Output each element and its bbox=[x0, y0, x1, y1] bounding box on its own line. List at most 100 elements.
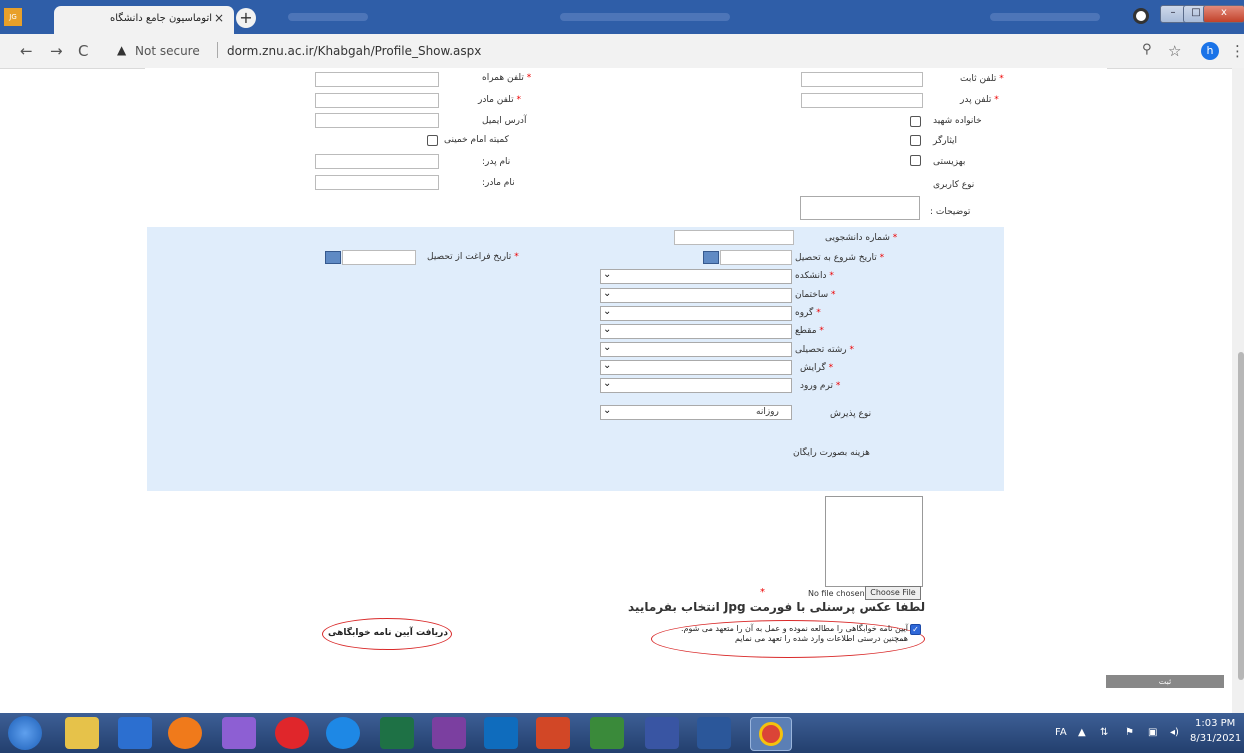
clock-date: 8/31/2021 bbox=[1190, 733, 1242, 744]
app-icon[interactable] bbox=[222, 717, 256, 749]
warning-icon: ▲ bbox=[117, 43, 127, 57]
description-textarea[interactable] bbox=[800, 196, 920, 220]
email-input[interactable] bbox=[315, 113, 439, 128]
welfare-label: بهزیستی bbox=[933, 157, 966, 167]
chevron-down-icon: ⌄ bbox=[603, 269, 612, 280]
profile-indicator-icon[interactable] bbox=[1133, 8, 1149, 24]
windows-taskbar: FA ▲ ⇅ ⚑ ▣ ◂) 1:03 PM 8/31/2021 bbox=[0, 713, 1244, 753]
close-tab-icon[interactable]: × bbox=[214, 11, 224, 25]
mobile-input[interactable] bbox=[315, 72, 439, 87]
window-icon: JG bbox=[4, 8, 22, 26]
visio-icon[interactable] bbox=[645, 717, 679, 749]
group-label: * گروه bbox=[795, 308, 821, 318]
blurred-tab bbox=[288, 13, 368, 21]
opera-icon[interactable] bbox=[275, 717, 309, 749]
major-select[interactable]: ⌄ bbox=[600, 342, 792, 357]
avatar[interactable]: h bbox=[1201, 42, 1219, 60]
back-icon[interactable]: ← bbox=[20, 42, 33, 60]
chevron-down-icon: ⌄ bbox=[603, 324, 612, 335]
address-toolbar: ← → C ▲ Not secure dorm.znu.ac.ir/Khabga… bbox=[0, 34, 1244, 69]
choose-file-button[interactable]: Choose File bbox=[865, 586, 921, 600]
tab-active[interactable]: اتوماسیون جامع دانشگاه × bbox=[54, 6, 234, 34]
group-select[interactable]: ⌄ bbox=[600, 306, 792, 321]
father-name-input[interactable] bbox=[315, 154, 439, 169]
scrollbar-thumb[interactable] bbox=[1238, 352, 1244, 680]
network-icon[interactable]: ⇅ bbox=[1100, 727, 1108, 738]
grad-date-input[interactable] bbox=[342, 250, 416, 265]
browser-tab-strip: JG اتوماسیون جامع دانشگاه × + – □ x bbox=[0, 0, 1244, 34]
url-divider bbox=[217, 42, 218, 58]
mother-phone-input[interactable] bbox=[315, 93, 439, 108]
app-icon[interactable] bbox=[118, 717, 152, 749]
mother-name-input[interactable] bbox=[315, 175, 439, 190]
address-bar[interactable]: ▲ Not secure dorm.znu.ac.ir/Khabgah/Prof… bbox=[105, 40, 1135, 62]
tab-title: اتوماسیون جامع دانشگاه bbox=[109, 13, 212, 24]
ie-icon[interactable] bbox=[326, 717, 360, 749]
martyr-family-checkbox[interactable] bbox=[910, 116, 921, 127]
firefox-icon[interactable] bbox=[168, 717, 202, 749]
khomeini-label: کمیته امام خمینی bbox=[444, 135, 509, 145]
reload-icon[interactable]: C bbox=[78, 42, 88, 60]
flag-icon[interactable]: ⚑ bbox=[1125, 727, 1134, 738]
chrome-taskbar-button[interactable] bbox=[750, 717, 792, 751]
veteran-checkbox[interactable] bbox=[910, 135, 921, 146]
project-icon[interactable] bbox=[590, 717, 624, 749]
admission-type-select[interactable]: ⌄ روزانه bbox=[600, 405, 792, 420]
word-icon[interactable] bbox=[697, 717, 731, 749]
building-select[interactable]: ⌄ bbox=[600, 288, 792, 303]
start-date-label: * تاریخ شروع به تحصیل bbox=[795, 253, 885, 263]
language-indicator[interactable]: FA bbox=[1055, 727, 1067, 738]
chevron-down-icon: ⌄ bbox=[603, 378, 612, 389]
orientation-select[interactable]: ⌄ bbox=[600, 360, 792, 375]
excel-icon[interactable] bbox=[380, 717, 414, 749]
description-label: توضیحات : bbox=[930, 207, 971, 217]
start-button[interactable] bbox=[8, 716, 42, 750]
volume-icon[interactable]: ◂) bbox=[1170, 727, 1179, 738]
level-select[interactable]: ⌄ bbox=[600, 324, 792, 339]
chevron-down-icon: ⌄ bbox=[603, 405, 612, 416]
user-type-label: نوع کاربری bbox=[933, 180, 975, 190]
khomeini-checkbox[interactable] bbox=[427, 135, 438, 146]
close-window-button[interactable]: x bbox=[1203, 5, 1244, 23]
agreement-checkbox[interactable]: ✓ bbox=[910, 624, 921, 635]
bookmark-star-icon[interactable]: ☆ bbox=[1168, 42, 1181, 60]
powerpoint-icon[interactable] bbox=[536, 717, 570, 749]
faculty-select[interactable]: ⌄ bbox=[600, 269, 792, 284]
entry-term-select[interactable]: ⌄ bbox=[600, 378, 792, 393]
upload-instruction: لطفا عکس پرسنلی با فورمت Jpg انتخاب بفرم… bbox=[628, 600, 926, 614]
student-number-input[interactable] bbox=[674, 230, 794, 245]
photo-preview bbox=[825, 496, 923, 587]
admission-type-value: روزانه bbox=[756, 407, 779, 417]
zoom-icon[interactable]: ⚲ bbox=[1142, 42, 1152, 57]
father-phone-label: * تلفن پدر bbox=[960, 95, 999, 105]
chrome-menu-icon[interactable]: ⋮ bbox=[1230, 42, 1244, 60]
orientation-label: * گرایش bbox=[800, 363, 834, 373]
onenote-icon[interactable] bbox=[432, 717, 466, 749]
chevron-down-icon: ⌄ bbox=[603, 360, 612, 371]
welfare-checkbox[interactable] bbox=[910, 155, 921, 166]
new-tab-button[interactable]: + bbox=[236, 8, 256, 28]
student-number-label: * شماره دانشجویی bbox=[825, 233, 898, 243]
father-name-label: نام پدر: bbox=[482, 157, 511, 167]
entry-term-label: * ترم ورود bbox=[800, 381, 841, 391]
father-phone-input[interactable] bbox=[801, 93, 923, 108]
tray-icon[interactable]: ▣ bbox=[1148, 727, 1157, 738]
calendar-icon[interactable] bbox=[325, 251, 341, 264]
submit-button[interactable]: ثبت bbox=[1106, 675, 1224, 688]
agreement-text-2: همچنین درستی اطلاعات وارد شده را تعهد می… bbox=[734, 634, 908, 643]
landline-input[interactable] bbox=[801, 72, 923, 87]
file-explorer-icon[interactable] bbox=[65, 717, 99, 749]
mother-phone-label: * تلفن مادر bbox=[478, 95, 522, 105]
blurred-tab bbox=[990, 13, 1100, 21]
level-label: * مقطع bbox=[795, 326, 824, 336]
admission-type-label: نوع پذیرش bbox=[830, 409, 872, 419]
outlook-icon[interactable] bbox=[484, 717, 518, 749]
veteran-label: ایثارگر bbox=[933, 136, 958, 146]
calendar-icon[interactable] bbox=[703, 251, 719, 264]
url-text[interactable]: dorm.znu.ac.ir/Khabgah/Profile_Show.aspx bbox=[227, 44, 481, 58]
tray-arrow-icon[interactable]: ▲ bbox=[1078, 727, 1086, 738]
start-date-input[interactable] bbox=[720, 250, 792, 265]
forward-icon[interactable]: → bbox=[50, 42, 63, 60]
grad-date-label: * تاریخ فراغت از تحصیل bbox=[427, 252, 519, 262]
rules-download-link[interactable]: دریافت آیین نامه خوابگاهی bbox=[328, 628, 448, 638]
